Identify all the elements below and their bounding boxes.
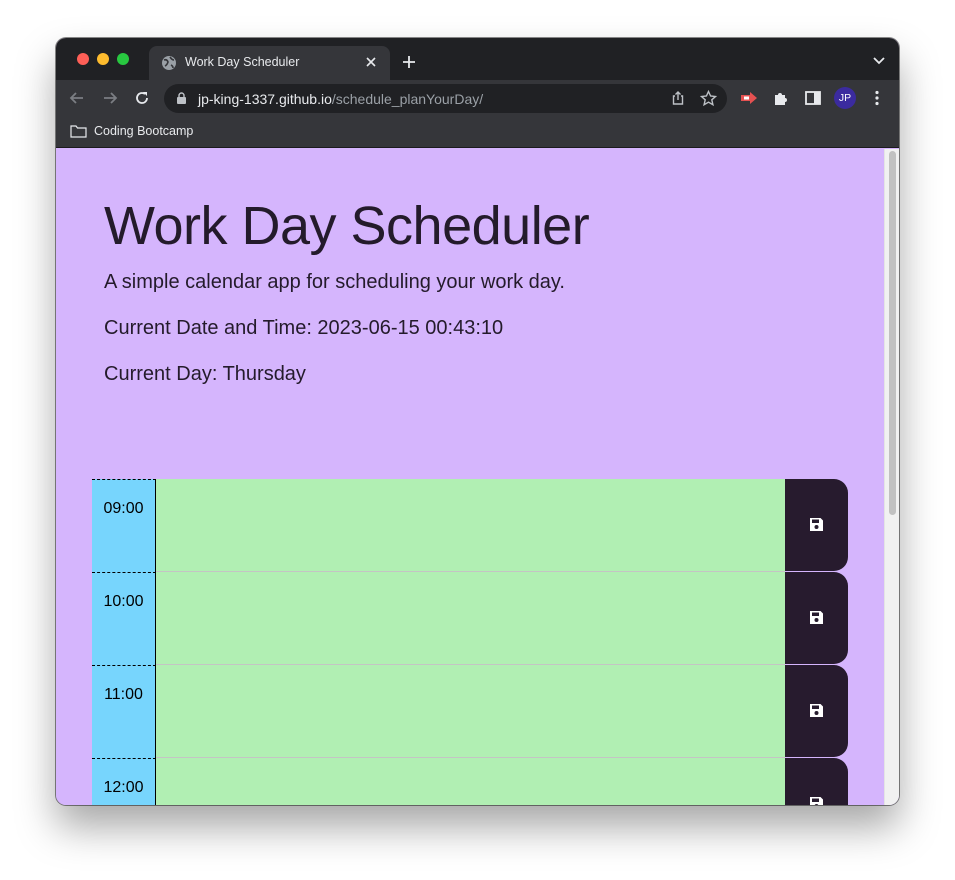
save-icon: [810, 518, 823, 531]
hour-label: 10:00: [92, 572, 156, 665]
url-text: jp-king-1337.github.io/schedule_planYour…: [198, 91, 484, 107]
event-description-input[interactable]: [156, 572, 785, 665]
close-tab-icon[interactable]: [363, 54, 379, 70]
save-icon: [810, 797, 823, 805]
window-close-button[interactable]: [77, 53, 89, 65]
scrollbar-thumb[interactable]: [889, 151, 896, 515]
save-icon: [810, 704, 823, 717]
current-date-time: Current Date and Time: 2023-06-15 00:43:…: [104, 317, 504, 339]
time-block-row: 09:00: [92, 479, 848, 572]
tab-title: Work Day Scheduler: [185, 55, 300, 69]
window-maximize-button[interactable]: [117, 53, 129, 65]
folder-icon: [70, 125, 87, 138]
bookmarks-bar: Coding Bootcamp: [56, 116, 899, 148]
page-title: Work Day Scheduler: [104, 196, 590, 256]
time-block-row: 12:00: [92, 758, 848, 805]
hour-label: 09:00: [92, 479, 156, 572]
star-icon[interactable]: [700, 90, 717, 107]
event-description-input[interactable]: [156, 479, 785, 572]
profile-avatar[interactable]: JP: [834, 87, 856, 109]
time-block-row: 11:00: [92, 665, 848, 758]
save-button[interactable]: [785, 479, 848, 571]
more-menu-icon[interactable]: [868, 89, 886, 107]
new-tab-icon[interactable]: [401, 54, 417, 70]
page-scrollbar[interactable]: [884, 149, 899, 805]
save-button[interactable]: [785, 665, 848, 757]
reload-icon[interactable]: [133, 89, 151, 107]
forward-icon[interactable]: [101, 89, 119, 107]
puzzle-icon[interactable]: [772, 89, 790, 107]
side-panel-icon[interactable]: [804, 89, 822, 107]
globe-icon: [162, 56, 176, 70]
save-button[interactable]: [785, 572, 848, 664]
event-description-input[interactable]: [156, 665, 785, 758]
current-day: Current Day: Thursday: [104, 363, 306, 385]
hour-label: 11:00: [92, 665, 156, 758]
browser-window: Work Day Scheduler jp-king-1337.github.i…: [56, 38, 899, 805]
bookmark-coding-bootcamp[interactable]: Coding Bootcamp: [94, 124, 193, 138]
event-description-input[interactable]: [156, 758, 785, 805]
page-content: Work Day Scheduler A simple calendar app…: [56, 149, 899, 805]
page-lead: A simple calendar app for scheduling you…: [104, 271, 565, 293]
address-bar[interactable]: jp-king-1337.github.io/schedule_planYour…: [164, 84, 727, 113]
tab-work-day-scheduler[interactable]: Work Day Scheduler: [149, 46, 390, 80]
time-block-row: 10:00: [92, 572, 848, 665]
tab-strip: Work Day Scheduler: [56, 38, 899, 80]
browser-toolbar: jp-king-1337.github.io/schedule_planYour…: [56, 80, 899, 116]
hour-label: 12:00: [92, 758, 156, 805]
extension-arrow-icon[interactable]: [739, 89, 759, 107]
back-icon[interactable]: [68, 89, 86, 107]
lock-icon: [177, 92, 186, 104]
window-minimize-button[interactable]: [97, 53, 109, 65]
save-icon: [810, 611, 823, 624]
chevron-down-icon[interactable]: [873, 56, 885, 66]
save-button[interactable]: [785, 758, 848, 805]
share-icon[interactable]: [670, 90, 686, 106]
